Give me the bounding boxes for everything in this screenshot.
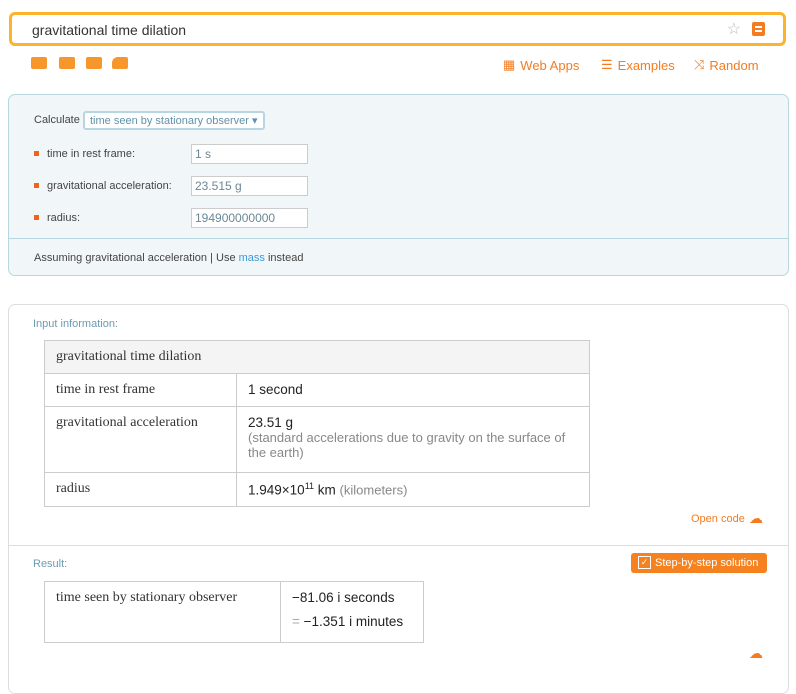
- row-value: 1.949×1011 km (kilometers): [236, 472, 590, 507]
- use-mass-link[interactable]: mass: [239, 252, 265, 264]
- shuffle-icon: ⤨: [694, 57, 705, 72]
- search-input[interactable]: [32, 20, 712, 40]
- field-label: radius:: [34, 212, 80, 224]
- menu-icon[interactable]: [752, 22, 765, 36]
- cloud-export-icon[interactable]: ☁: [749, 645, 763, 662]
- random-link[interactable]: ⤨ Random: [694, 57, 759, 73]
- camera-icon[interactable]: [59, 57, 75, 69]
- formula-form: Calculate time seen by stationary observ…: [8, 94, 789, 276]
- upload-folder-icon[interactable]: [112, 57, 128, 69]
- calculate-select[interactable]: time seen by stationary observer ▾: [83, 111, 265, 130]
- bullet-icon: [34, 183, 39, 188]
- cloud-export-icon[interactable]: ☁: [749, 510, 763, 527]
- time-rest-frame-input[interactable]: [191, 144, 308, 164]
- divider: [9, 545, 788, 546]
- result-label: Result:: [33, 558, 68, 570]
- calculate-label: Calculate: [34, 114, 80, 126]
- search-box[interactable]: ☆: [9, 12, 786, 46]
- gravitational-acceleration-input[interactable]: [191, 176, 308, 196]
- step-by-step-button[interactable]: Step-by-step solution: [631, 553, 767, 573]
- table-header: gravitational time dilation: [44, 340, 590, 374]
- radius-input[interactable]: [191, 208, 308, 228]
- divider: [9, 238, 788, 239]
- input-table: gravitational time dilation time in rest…: [44, 340, 590, 507]
- examples-link[interactable]: ☰ Examples: [601, 57, 675, 73]
- result-table: time seen by stationary observer −81.06 …: [44, 581, 424, 643]
- grid-icon: ▦: [503, 57, 516, 72]
- row-name: gravitational acceleration: [44, 406, 237, 473]
- result-value: −81.06 i seconds = −1.351 i minutes: [280, 581, 424, 643]
- row-name: radius: [44, 472, 237, 507]
- open-code-link[interactable]: Open code: [691, 513, 745, 525]
- bullet-icon: [34, 151, 39, 156]
- web-apps-link[interactable]: ▦ Web Apps: [503, 57, 579, 73]
- assumption-text: Assuming gravitational acceleration | Us…: [34, 252, 304, 264]
- field-label: time in rest frame:: [34, 148, 135, 160]
- result-name: time seen by stationary observer: [44, 581, 281, 643]
- star-icon[interactable]: ☆: [727, 19, 741, 39]
- row-value: 1 second: [236, 373, 590, 407]
- keyboard-icon[interactable]: [31, 57, 47, 69]
- list-icon: ☰: [601, 57, 613, 72]
- bullet-icon: [34, 215, 39, 220]
- results-pod: Input information: gravitational time di…: [8, 304, 789, 694]
- field-label: gravitational acceleration:: [34, 180, 172, 192]
- row-value: 23.51 g (standard accelerations due to gr…: [236, 406, 590, 473]
- table-icon[interactable]: [86, 57, 102, 69]
- row-name: time in rest frame: [44, 373, 237, 407]
- input-information-label: Input information:: [33, 318, 118, 330]
